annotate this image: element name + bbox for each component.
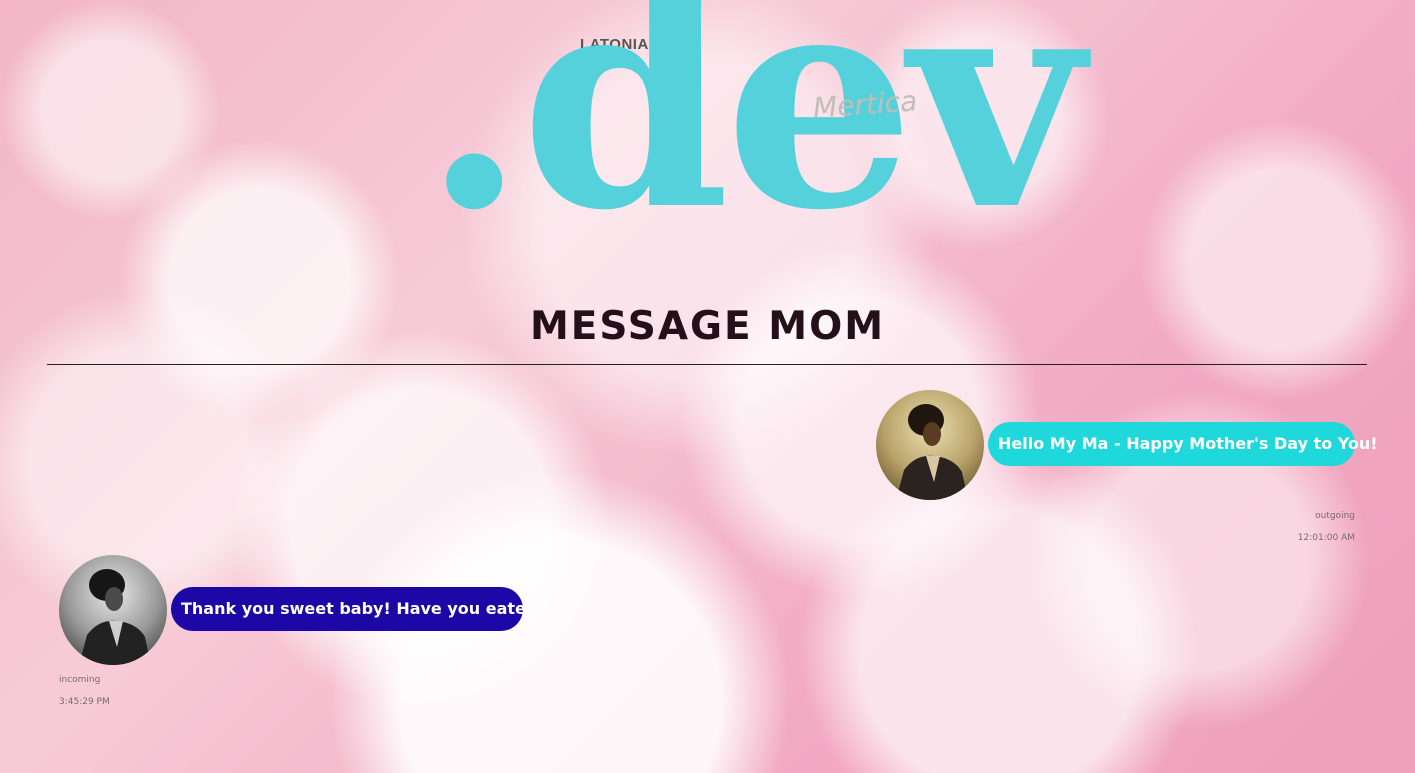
sender-avatar bbox=[876, 390, 984, 500]
site-logo: LATONIA .dev Mertica bbox=[400, 0, 1083, 300]
avatar-photo-icon bbox=[59, 555, 167, 665]
page-title: MESSAGE MOM bbox=[529, 304, 886, 349]
message-direction-label: outgoing bbox=[1315, 511, 1355, 521]
incoming-message-bubble: Thank you sweet baby! Have you eaten? bbox=[171, 587, 547, 631]
logo-main-text: .dev bbox=[422, 0, 1083, 276]
header-divider bbox=[47, 364, 1367, 365]
message-timestamp: 3:45:29 PM bbox=[59, 697, 110, 707]
outgoing-message-bubble: Hello My Ma - Happy Mother's Day to You! bbox=[988, 422, 1378, 466]
message-timestamp: 12:01:00 AM bbox=[1297, 533, 1355, 543]
recipient-avatar bbox=[59, 555, 167, 665]
message-direction-label: incoming bbox=[59, 675, 101, 685]
avatar-photo-icon bbox=[876, 390, 984, 500]
